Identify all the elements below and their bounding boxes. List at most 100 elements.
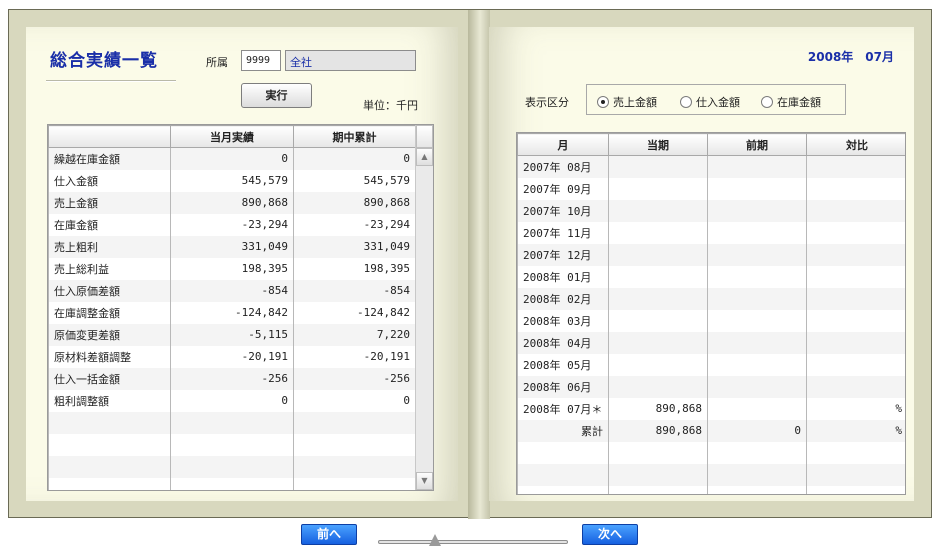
monthly-table-container: 月 当期 前期 対比 2007年 08月 2007年 09月 2007年 10月 20… [516,132,906,495]
radio-label: 仕入金額 [696,96,740,109]
next-page-button[interactable]: 次へ [582,524,638,545]
row-value [707,199,807,222]
row-value [608,353,708,376]
row-value [608,177,708,200]
table-row: 仕入金額 545,579 545,579 [48,169,416,192]
row-value [608,375,708,398]
radio-sales[interactable]: 売上金額 [597,94,657,110]
row-value [707,331,807,354]
row-value [608,199,708,222]
table-row: 2008年 07月＊ 890,868% [517,397,905,420]
table-row: 2008年 02月 [517,287,905,310]
display-type-group: 売上金額 仕入金額 在庫金額 [586,84,846,115]
row-value: 0 [170,147,294,170]
table-row: 2007年 12月 [517,243,905,266]
row-month: 2007年 09月 [517,177,609,200]
row-label [48,477,171,490]
row-value [707,309,807,332]
row-value: 890,868 [293,191,416,214]
table-row: 2008年 05月 [517,353,905,376]
row-label: 在庫金額 [48,213,171,236]
row-label: 売上総利益 [48,257,171,280]
vertical-scrollbar[interactable]: ▲ ▼ [415,125,433,490]
row-value: 7,220 [293,323,416,346]
row-value [608,309,708,332]
radio-purchases[interactable]: 仕入金額 [680,94,740,110]
row-label: 仕入一括金額 [48,367,171,390]
row-value: -23,294 [170,213,294,236]
table-row [517,441,905,464]
radio-inventory[interactable]: 在庫金額 [761,94,821,110]
table-row [517,485,905,494]
table-row [48,455,416,478]
monthly-table: 月 当期 前期 対比 2007年 08月 2007年 09月 2007年 10月 20… [517,133,905,494]
row-value [293,455,416,478]
dept-name-field: 全社 [285,50,416,71]
row-value [608,287,708,310]
row-value [806,199,905,222]
row-label: 仕入原価差額 [48,279,171,302]
row-value: 890,868 [608,419,708,442]
row-month: 2007年 08月 [517,155,609,178]
scroll-up-icon[interactable]: ▲ [416,148,433,166]
row-value [707,353,807,376]
column-header: 月 [517,133,609,156]
table-row: 2008年 01月 [517,265,905,288]
page-slider-track[interactable] [378,540,568,544]
row-value [608,463,708,486]
row-value [608,265,708,288]
summary-table: 当月実績 期中累計 繰越在庫金額 0 0 仕入金額 545,579 545,579 売上金額… [48,125,416,490]
table-row: 累計 890,868 0% [517,419,905,442]
row-value: 890,868 [170,191,294,214]
row-value: 0 [170,389,294,412]
row-value: -256 [293,367,416,390]
row-value: 0 [707,419,807,442]
row-value [806,309,905,332]
row-month: 2008年 01月 [517,265,609,288]
table-row: 売上金額 890,868 890,868 [48,191,416,214]
table-row: 2008年 03月 [517,309,905,332]
column-header: 期中累計 [293,125,416,148]
row-value: 198,395 [293,257,416,280]
table-header-row: 月 当期 前期 対比 [517,133,905,156]
column-header: 当期 [608,133,708,156]
row-value [806,375,905,398]
row-value [170,411,294,434]
table-row: 売上総利益 198,395 198,395 [48,257,416,280]
row-label [48,433,171,456]
row-value [707,177,807,200]
table-row: 原価変更差額 -5,115 7,220 [48,323,416,346]
row-value [806,243,905,266]
row-value [170,433,294,456]
radio-unselected-icon [761,96,773,108]
table-row: 2008年 06月 [517,375,905,398]
dept-code-field[interactable]: 9999 [241,50,281,71]
scroll-down-icon[interactable]: ▼ [416,472,433,490]
row-value: -854 [293,279,416,302]
row-value [806,155,905,178]
row-value: -124,842 [293,301,416,324]
row-label: 原価変更差額 [48,323,171,346]
table-row: 2007年 09月 [517,177,905,200]
row-value [707,221,807,244]
radio-label: 売上金額 [613,96,657,109]
table-row [48,477,416,490]
right-page: 2008年 07月 表示区分 売上金額 仕入金額 在庫金額 月 当期 前期 対比… [489,27,914,501]
row-month: 2008年 07月＊ [517,397,609,420]
row-month [517,485,609,494]
page-slider-thumb-icon[interactable] [429,534,441,546]
unit-label: 単位：千円 [363,99,418,112]
row-month: 2007年 11月 [517,221,609,244]
table-row: 2007年 08月 [517,155,905,178]
row-label: 繰越在庫金額 [48,147,171,170]
row-value: 890,868 [608,397,708,420]
row-value [707,287,807,310]
row-month: 2008年 02月 [517,287,609,310]
table-row [48,433,416,456]
row-month: 累計 [517,419,609,442]
table-row: 粗利調整額 0 0 [48,389,416,412]
prev-page-button[interactable]: 前へ [301,524,357,545]
run-button[interactable]: 実行 [241,83,312,108]
page-title: 総合実績一覧 [50,51,158,71]
row-value [707,463,807,486]
